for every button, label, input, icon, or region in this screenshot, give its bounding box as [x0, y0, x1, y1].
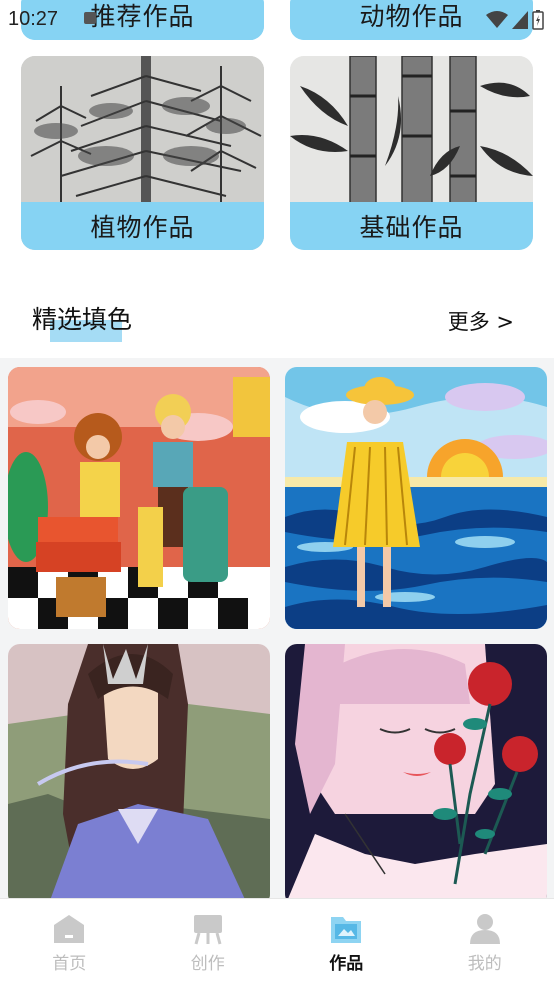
- category-card-recommended[interactable]: 推荐作品: [21, 0, 264, 40]
- category-label: 植物作品: [21, 202, 264, 250]
- category-label: 基础作品: [290, 202, 533, 250]
- category-card-plants[interactable]: 植物作品: [21, 56, 264, 250]
- beach-girl-artwork: [285, 367, 547, 629]
- nav-label: 首页: [52, 954, 87, 974]
- artwork-card-swordsman[interactable]: [8, 644, 270, 898]
- gallery-icon: [331, 917, 362, 943]
- bottom-nav: 首页 创作 作品 我的: [0, 898, 554, 984]
- category-label: 推荐作品: [21, 0, 264, 40]
- nav-label: 创作: [190, 954, 225, 974]
- travelers-artwork: [8, 367, 270, 629]
- easel-icon: [193, 915, 222, 945]
- nav-item-home[interactable]: 首页: [0, 899, 139, 984]
- profile-icon: [469, 914, 500, 944]
- more-link[interactable]: 更多 >: [448, 306, 514, 336]
- battery-icon: [532, 10, 544, 30]
- swordsman-artwork: [8, 644, 270, 898]
- nav-label: 作品: [329, 954, 364, 974]
- artwork-card-travelers[interactable]: [8, 367, 270, 629]
- artwork-card-beach-girl[interactable]: [285, 367, 547, 629]
- category-label: 动物作品: [290, 0, 533, 40]
- home-icon: [54, 915, 85, 943]
- category-card-basic[interactable]: 基础作品: [290, 56, 533, 250]
- rose-girl-artwork: [285, 644, 547, 898]
- category-card-animals[interactable]: 动物作品: [290, 0, 533, 40]
- artwork-card-rose-girl[interactable]: [285, 644, 547, 898]
- nav-item-profile[interactable]: 我的: [416, 899, 554, 984]
- nav-item-create[interactable]: 创作: [139, 899, 278, 984]
- nav-label: 我的: [467, 954, 502, 974]
- featured-gallery: [0, 358, 554, 898]
- nav-item-works[interactable]: 作品: [277, 899, 416, 984]
- section-title: 精选填色: [32, 305, 133, 334]
